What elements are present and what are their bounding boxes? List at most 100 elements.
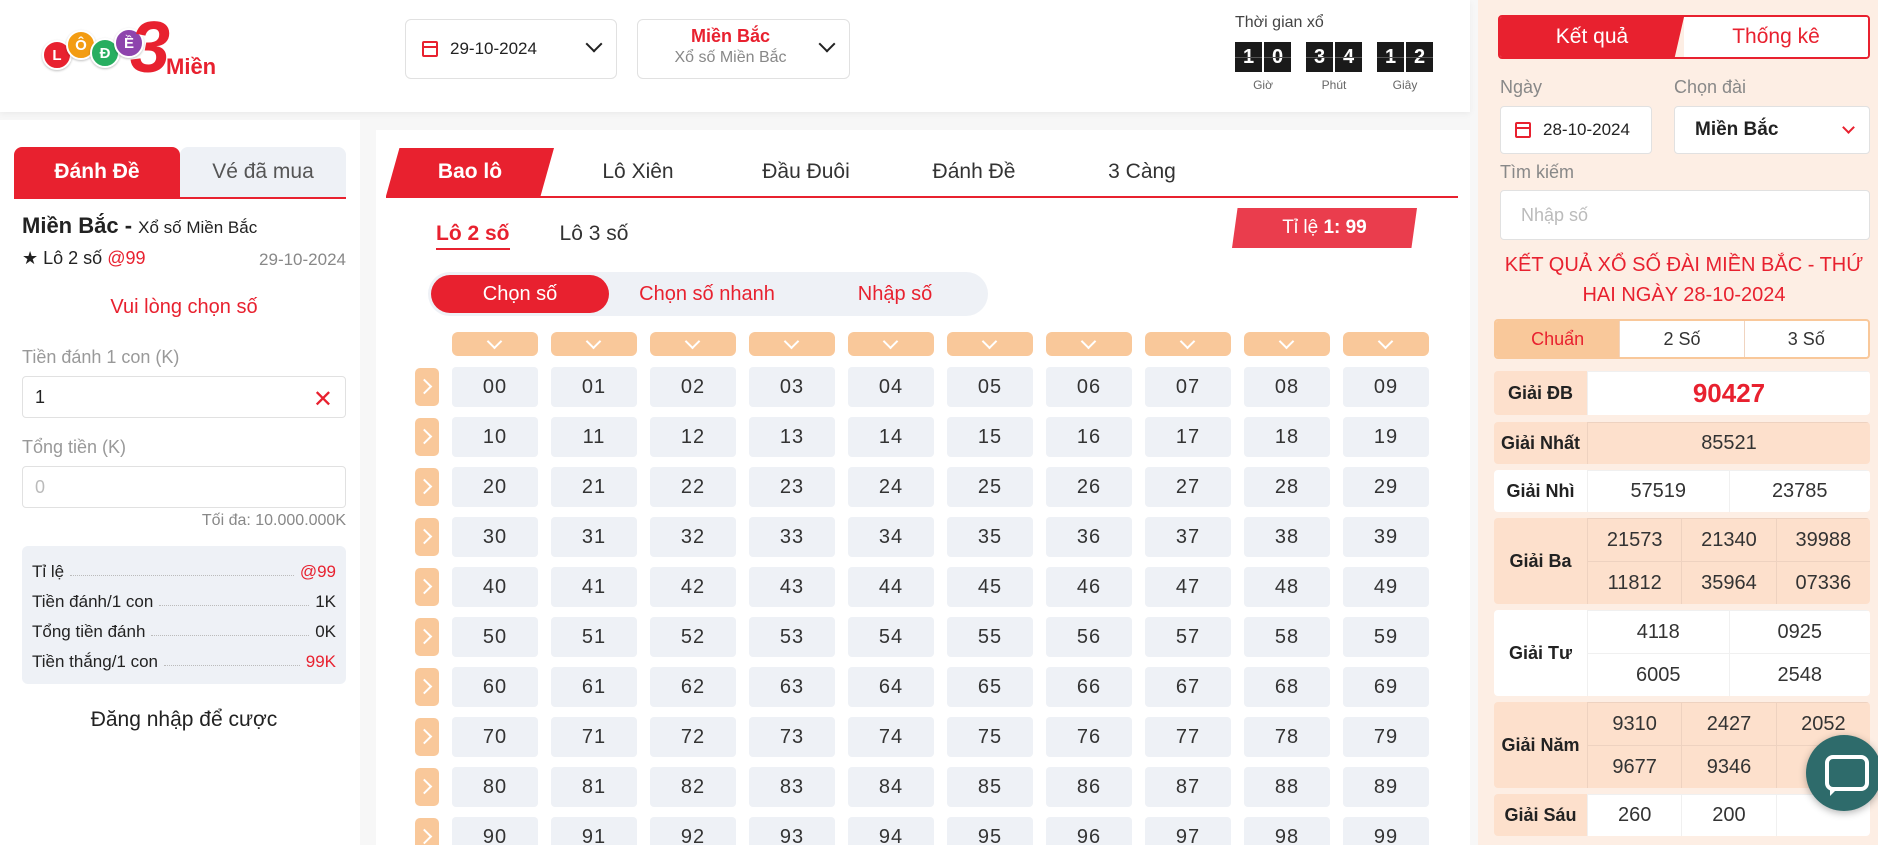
column-select-icon[interactable] bbox=[1244, 332, 1330, 356]
number-cell[interactable]: 44 bbox=[848, 567, 934, 607]
number-cell[interactable]: 75 bbox=[947, 717, 1033, 757]
subtab-lo-2-so[interactable]: Lô 2 số bbox=[436, 222, 510, 250]
number-cell[interactable]: 92 bbox=[650, 817, 736, 845]
number-cell[interactable]: 52 bbox=[650, 617, 736, 657]
number-cell[interactable]: 93 bbox=[749, 817, 835, 845]
number-cell[interactable]: 04 bbox=[848, 367, 934, 407]
number-cell[interactable]: 16 bbox=[1046, 417, 1132, 457]
number-cell[interactable]: 13 bbox=[749, 417, 835, 457]
results-date-picker[interactable]: 28-10-2024 bbox=[1500, 106, 1652, 154]
number-cell[interactable]: 25 bbox=[947, 467, 1033, 507]
amount-input[interactable]: 1 ✕ bbox=[22, 376, 346, 418]
row-select-icon[interactable] bbox=[415, 468, 439, 506]
mode-input-number[interactable]: Nhập số bbox=[805, 275, 985, 313]
number-cell[interactable]: 59 bbox=[1343, 617, 1429, 657]
number-cell[interactable]: 12 bbox=[650, 417, 736, 457]
number-cell[interactable]: 45 bbox=[947, 567, 1033, 607]
site-logo[interactable]: L Ô Đ Ề 3 Miền bbox=[38, 12, 228, 88]
number-cell[interactable]: 80 bbox=[452, 767, 538, 807]
number-cell[interactable]: 06 bbox=[1046, 367, 1132, 407]
number-cell[interactable]: 61 bbox=[551, 667, 637, 707]
number-cell[interactable]: 40 bbox=[452, 567, 538, 607]
number-cell[interactable]: 31 bbox=[551, 517, 637, 557]
number-cell[interactable]: 62 bbox=[650, 667, 736, 707]
number-cell[interactable]: 43 bbox=[749, 567, 835, 607]
number-cell[interactable]: 64 bbox=[848, 667, 934, 707]
number-cell[interactable]: 74 bbox=[848, 717, 934, 757]
results-region-select[interactable]: Miền Bắc bbox=[1674, 106, 1870, 154]
number-cell[interactable]: 20 bbox=[452, 467, 538, 507]
number-cell[interactable]: 67 bbox=[1145, 667, 1231, 707]
row-select-icon[interactable] bbox=[415, 368, 439, 406]
number-cell[interactable]: 79 bbox=[1343, 717, 1429, 757]
row-select-icon[interactable] bbox=[415, 518, 439, 556]
column-select-icon[interactable] bbox=[1145, 332, 1231, 356]
number-cell[interactable]: 85 bbox=[947, 767, 1033, 807]
number-cell[interactable]: 72 bbox=[650, 717, 736, 757]
number-cell[interactable]: 10 bbox=[452, 417, 538, 457]
column-select-icon[interactable] bbox=[650, 332, 736, 356]
number-cell[interactable]: 18 bbox=[1244, 417, 1330, 457]
number-cell[interactable]: 09 bbox=[1343, 367, 1429, 407]
number-cell[interactable]: 99 bbox=[1343, 817, 1429, 845]
number-cell[interactable]: 57 bbox=[1145, 617, 1231, 657]
number-cell[interactable]: 01 bbox=[551, 367, 637, 407]
tab-results[interactable]: Kết quả bbox=[1500, 17, 1684, 57]
column-select-icon[interactable] bbox=[452, 332, 538, 356]
number-cell[interactable]: 71 bbox=[551, 717, 637, 757]
row-select-icon[interactable] bbox=[415, 818, 439, 845]
number-cell[interactable]: 17 bbox=[1145, 417, 1231, 457]
number-cell[interactable]: 47 bbox=[1145, 567, 1231, 607]
column-select-icon[interactable] bbox=[1343, 332, 1429, 356]
tab-statistics[interactable]: Thống kê bbox=[1684, 17, 1868, 57]
number-cell[interactable]: 81 bbox=[551, 767, 637, 807]
number-cell[interactable]: 68 bbox=[1244, 667, 1330, 707]
tab-place-bet[interactable]: Đánh Đề bbox=[14, 147, 180, 197]
number-cell[interactable]: 53 bbox=[749, 617, 835, 657]
number-cell[interactable]: 86 bbox=[1046, 767, 1132, 807]
mode-choose-number[interactable]: Chọn số bbox=[431, 275, 609, 313]
number-cell[interactable]: 90 bbox=[452, 817, 538, 845]
number-cell[interactable]: 88 bbox=[1244, 767, 1330, 807]
column-select-icon[interactable] bbox=[1046, 332, 1132, 356]
date-picker[interactable]: 29-10-2024 bbox=[405, 19, 617, 79]
number-cell[interactable]: 26 bbox=[1046, 467, 1132, 507]
number-cell[interactable]: 30 bbox=[452, 517, 538, 557]
number-cell[interactable]: 35 bbox=[947, 517, 1033, 557]
number-cell[interactable]: 51 bbox=[551, 617, 637, 657]
number-cell[interactable]: 50 bbox=[452, 617, 538, 657]
number-cell[interactable]: 14 bbox=[848, 417, 934, 457]
number-cell[interactable]: 89 bbox=[1343, 767, 1429, 807]
mode-2-digits[interactable]: 2 Số bbox=[1619, 321, 1743, 357]
number-cell[interactable]: 39 bbox=[1343, 517, 1429, 557]
row-select-icon[interactable] bbox=[415, 418, 439, 456]
number-cell[interactable]: 84 bbox=[848, 767, 934, 807]
tab-dau-duoi[interactable]: Đầu Đuôi bbox=[722, 148, 890, 196]
tab-danh-de[interactable]: Đánh Đề bbox=[890, 148, 1058, 196]
tab-bao-lo[interactable]: Bao lô bbox=[386, 148, 554, 196]
row-select-icon[interactable] bbox=[415, 768, 439, 806]
number-cell[interactable]: 08 bbox=[1244, 367, 1330, 407]
number-cell[interactable]: 07 bbox=[1145, 367, 1231, 407]
number-cell[interactable]: 95 bbox=[947, 817, 1033, 845]
number-cell[interactable]: 29 bbox=[1343, 467, 1429, 507]
number-cell[interactable]: 97 bbox=[1145, 817, 1231, 845]
number-cell[interactable]: 23 bbox=[749, 467, 835, 507]
number-cell[interactable]: 33 bbox=[749, 517, 835, 557]
number-cell[interactable]: 77 bbox=[1145, 717, 1231, 757]
mode-3-digits[interactable]: 3 Số bbox=[1743, 321, 1868, 357]
number-cell[interactable]: 19 bbox=[1343, 417, 1429, 457]
chat-icon[interactable] bbox=[1806, 735, 1878, 811]
number-cell[interactable]: 91 bbox=[551, 817, 637, 845]
number-cell[interactable]: 02 bbox=[650, 367, 736, 407]
column-select-icon[interactable] bbox=[848, 332, 934, 356]
number-cell[interactable]: 03 bbox=[749, 367, 835, 407]
subtab-lo-3-so[interactable]: Lô 3 số bbox=[560, 222, 629, 250]
number-cell[interactable]: 60 bbox=[452, 667, 538, 707]
number-cell[interactable]: 94 bbox=[848, 817, 934, 845]
number-cell[interactable]: 24 bbox=[848, 467, 934, 507]
login-to-bet-button[interactable]: Đăng nhập để cược bbox=[0, 708, 368, 732]
number-cell[interactable]: 49 bbox=[1343, 567, 1429, 607]
number-cell[interactable]: 96 bbox=[1046, 817, 1132, 845]
mode-standard[interactable]: Chuẩn bbox=[1496, 321, 1620, 357]
